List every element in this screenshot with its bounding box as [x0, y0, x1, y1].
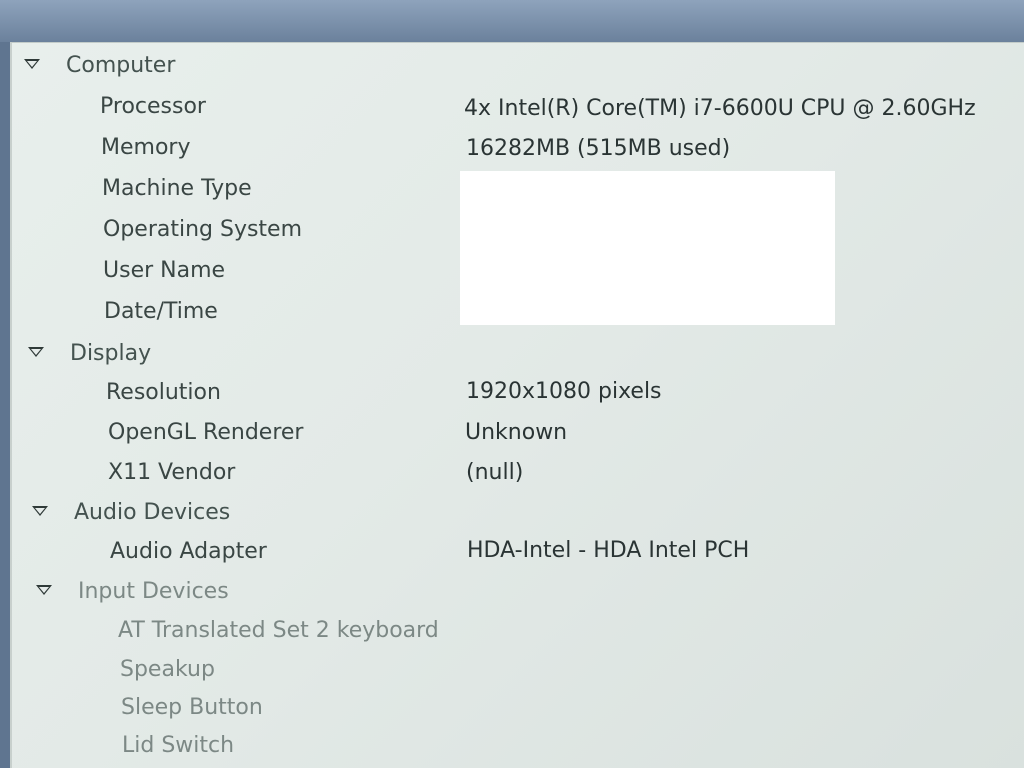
- item-key-user-name: User Name: [103, 258, 226, 283]
- item-value-memory: 16282MB (515MB used): [466, 136, 731, 161]
- item-value-resolution: 1920x1080 pixels: [466, 379, 662, 404]
- window-top-edge: [0, 0, 1024, 42]
- item-key-machine-type: Machine Type: [102, 176, 252, 201]
- section-label: Input Devices: [78, 579, 229, 604]
- item-key-sleep-button: Sleep Button: [121, 695, 263, 720]
- section-display[interactable]: Display: [28, 338, 151, 370]
- item-value-x11-vendor: (null): [466, 460, 524, 485]
- section-label: Display: [70, 341, 152, 366]
- triangle-down-icon[interactable]: [32, 506, 48, 516]
- item-key-x11-vendor: X11 Vendor: [108, 460, 236, 485]
- redacted-block: [460, 171, 835, 325]
- item-key-memory: Memory: [101, 135, 191, 160]
- item-key-opengl-renderer: OpenGL Renderer: [108, 420, 304, 445]
- screen: Computer Processor 4x Intel(R) Core(TM) …: [0, 0, 1024, 768]
- section-label: Audio Devices: [74, 500, 231, 525]
- item-value-opengl-renderer: Unknown: [465, 420, 568, 445]
- triangle-down-icon[interactable]: [24, 59, 40, 69]
- item-key-keyboard: AT Translated Set 2 keyboard: [118, 618, 439, 643]
- item-key-operating-system: Operating System: [103, 217, 303, 242]
- item-key-audio-adapter: Audio Adapter: [110, 539, 267, 564]
- section-input-devices[interactable]: Input Devices: [36, 576, 229, 608]
- section-label: Computer: [66, 53, 176, 78]
- item-value-audio-adapter: HDA-Intel - HDA Intel PCH: [467, 538, 750, 563]
- item-key-speakup: Speakup: [120, 657, 215, 682]
- section-audio-devices[interactable]: Audio Devices: [32, 497, 230, 529]
- item-key-resolution: Resolution: [106, 380, 221, 405]
- item-value-processor: 4x Intel(R) Core(TM) i7-6600U CPU @ 2.60…: [464, 96, 976, 121]
- triangle-down-icon[interactable]: [36, 585, 52, 595]
- info-tree: Computer Processor 4x Intel(R) Core(TM) …: [12, 43, 1024, 768]
- section-computer[interactable]: Computer: [24, 50, 175, 82]
- item-key-date-time: Date/Time: [104, 299, 218, 324]
- triangle-down-icon[interactable]: [28, 347, 44, 357]
- system-info-panel: Computer Processor 4x Intel(R) Core(TM) …: [10, 42, 1024, 768]
- item-key-processor: Processor: [100, 94, 206, 119]
- item-key-lid-switch: Lid Switch: [122, 733, 235, 758]
